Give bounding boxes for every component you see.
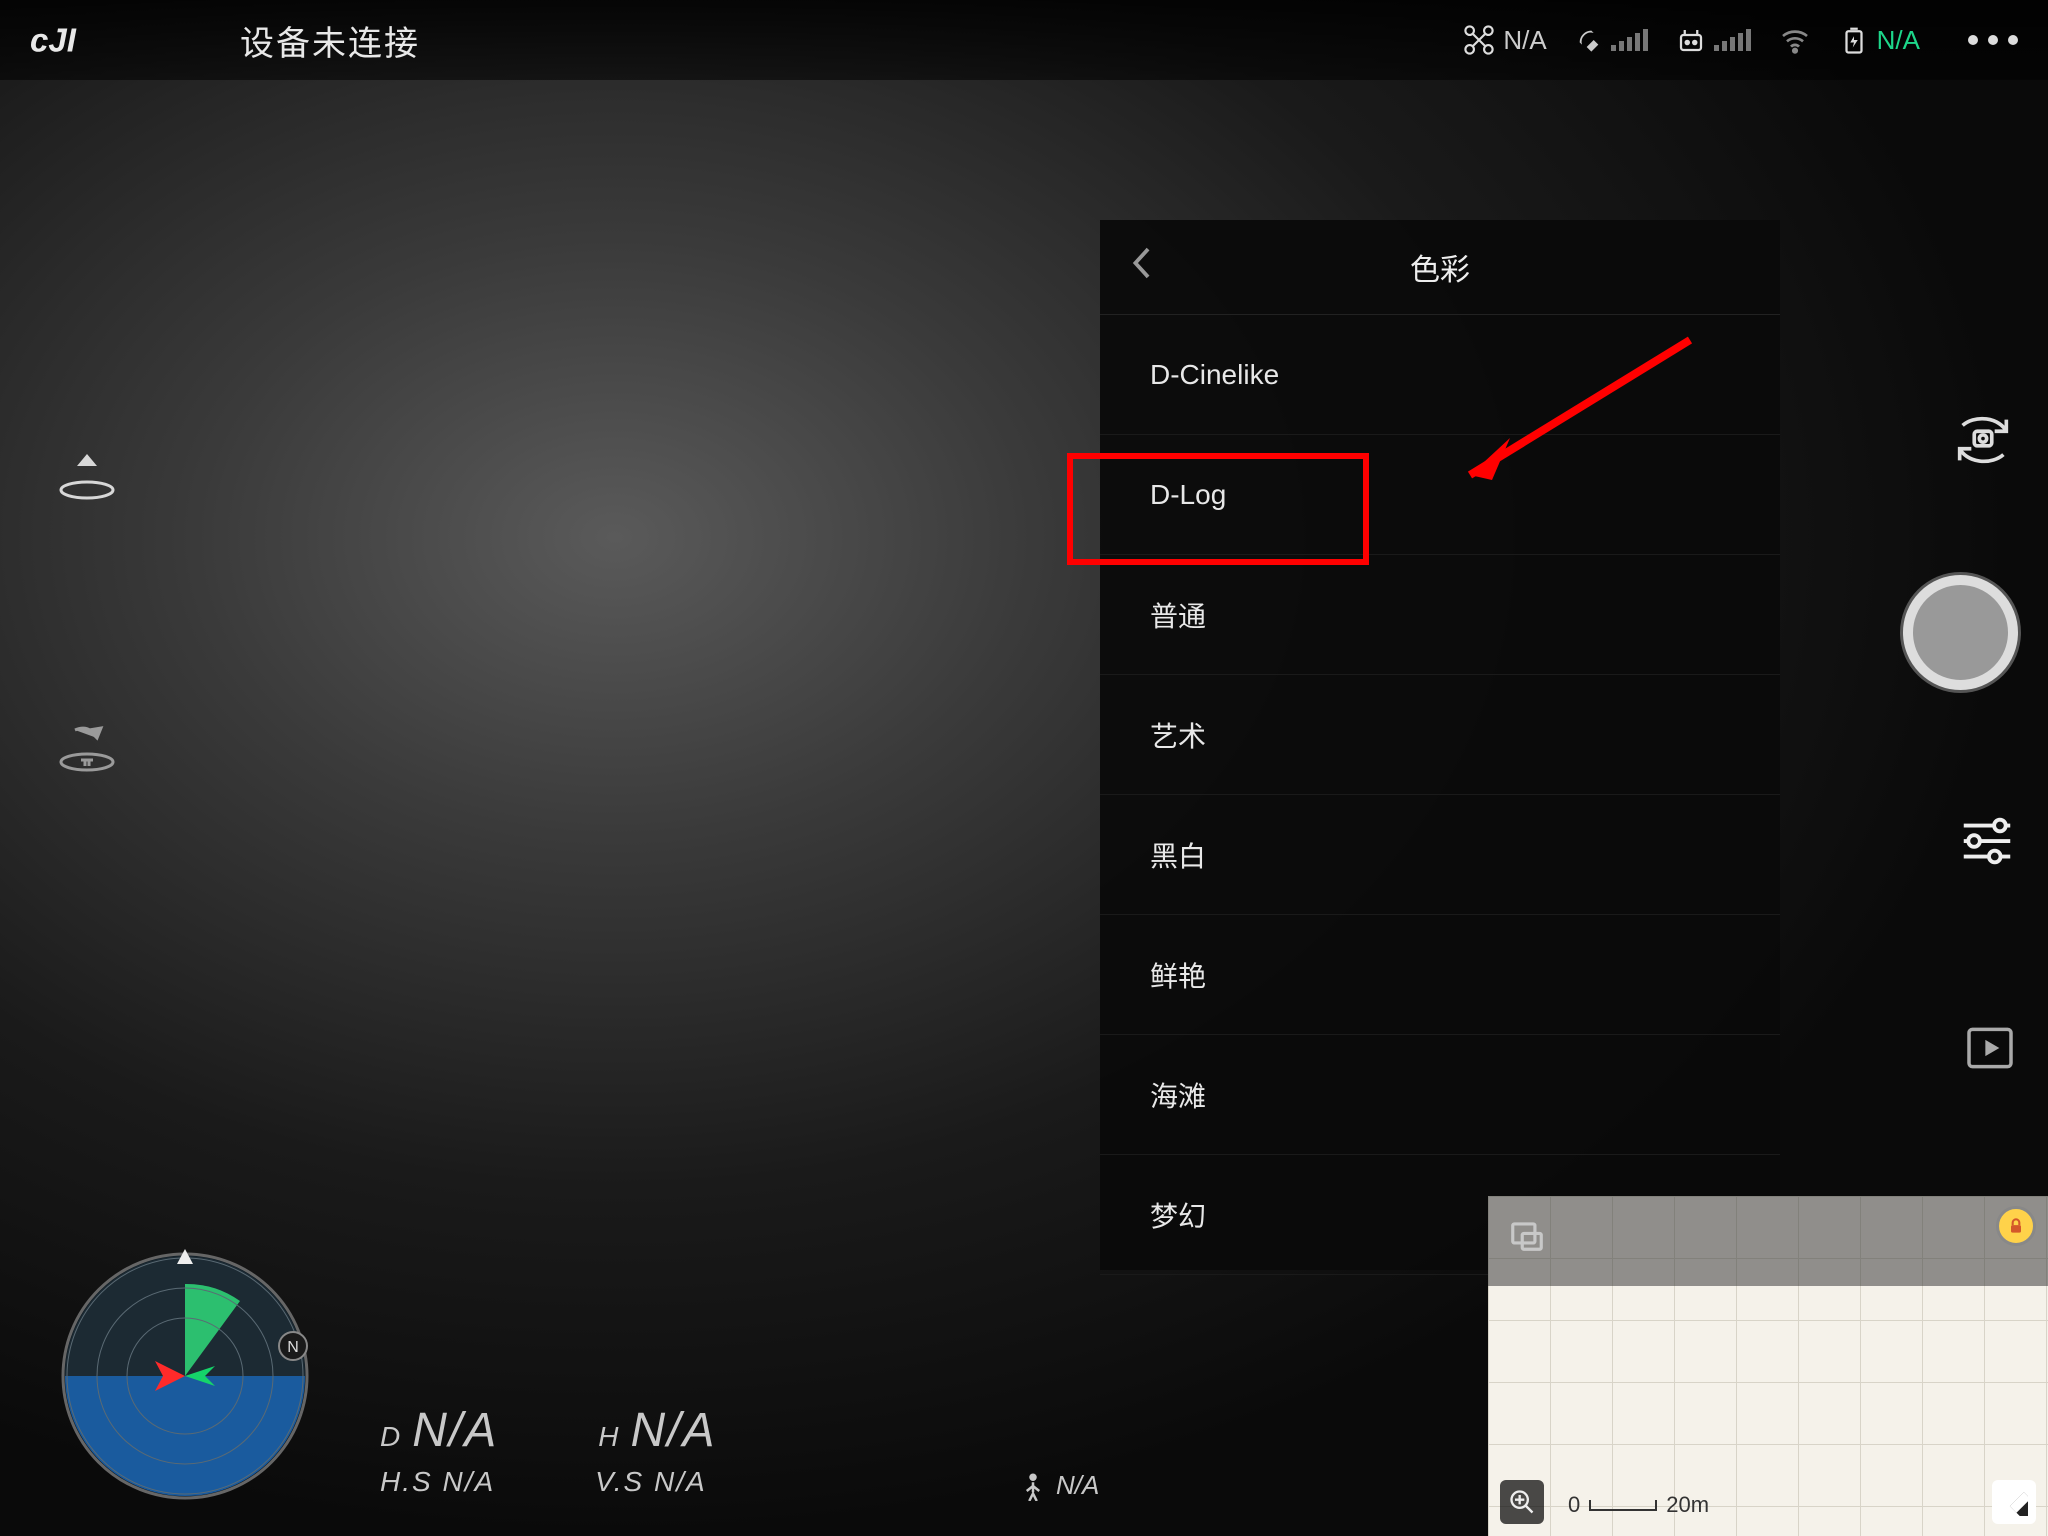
battery-indicator[interactable]: N/A xyxy=(1839,25,1920,56)
sliders-icon xyxy=(1956,810,2018,872)
expand-icon xyxy=(1508,1216,1546,1254)
more-menu-button[interactable] xyxy=(1968,35,2018,45)
gps-indicator[interactable] xyxy=(1575,26,1648,54)
camera-switch-button[interactable] xyxy=(1948,405,2018,475)
height-readout: HN/A xyxy=(598,1403,716,1458)
svg-text:N: N xyxy=(287,1339,299,1356)
attitude-indicator[interactable]: N xyxy=(55,1246,315,1506)
color-option-bw[interactable]: 黑白 xyxy=(1100,795,1780,915)
back-button[interactable] xyxy=(1130,244,1156,291)
camera-settings-button[interactable] xyxy=(1956,810,2018,872)
annotation-arrow xyxy=(1420,320,1720,510)
distance-readout: DN/A xyxy=(380,1403,498,1458)
map-zoom-button[interactable] xyxy=(1500,1480,1544,1524)
map-scale: 0 20m xyxy=(1568,1492,1709,1518)
playback-button[interactable] xyxy=(1962,1020,2018,1076)
battery-text: N/A xyxy=(1877,25,1920,56)
takeoff-button[interactable] xyxy=(55,440,119,509)
vps-icon xyxy=(1020,1471,1046,1501)
flight-mode-indicator[interactable]: N/A xyxy=(1463,24,1546,56)
drone-icon xyxy=(1463,24,1495,56)
telemetry-readout: DN/A HN/A H.S N/A V.S N/A xyxy=(380,1403,717,1506)
top-bar: cJI 设备未连接 N/A N/A xyxy=(0,0,2048,80)
return-home-button[interactable] xyxy=(55,712,119,781)
eraser-icon xyxy=(2000,1488,2028,1516)
vps-readout: N/A xyxy=(1020,1470,1099,1501)
flight-mode-text: N/A xyxy=(1503,25,1546,56)
signal-bars-icon xyxy=(1611,29,1648,51)
svg-text:cJI: cJI xyxy=(30,22,77,58)
map-shade xyxy=(1488,1196,2048,1286)
annotation-highlight-box xyxy=(1067,453,1369,565)
satellite-icon xyxy=(1575,26,1603,54)
color-option-art[interactable]: 艺术 xyxy=(1100,675,1780,795)
chevron-left-icon xyxy=(1130,244,1156,282)
shutter-button[interactable] xyxy=(1903,575,2018,690)
scale-low: 0 xyxy=(1568,1492,1580,1518)
battery-icon xyxy=(1839,25,1869,55)
panel-header: 色彩 xyxy=(1100,220,1780,315)
camera-switch-icon xyxy=(1948,405,2018,475)
map-expand-button[interactable] xyxy=(1508,1216,1546,1259)
wifi-icon xyxy=(1779,24,1811,56)
play-icon xyxy=(1962,1020,2018,1076)
vertical-speed-readout: V.S N/A xyxy=(595,1466,707,1498)
color-option-vivid[interactable]: 鲜艳 xyxy=(1100,915,1780,1035)
rc-indicator[interactable] xyxy=(1676,25,1751,55)
horizontal-speed-readout: H.S N/A xyxy=(380,1466,495,1498)
map-clear-button[interactable] xyxy=(1992,1480,2036,1524)
controller-icon xyxy=(1676,25,1706,55)
vps-value: N/A xyxy=(1056,1470,1099,1501)
color-option-beach[interactable]: 海滩 xyxy=(1100,1035,1780,1155)
wifi-indicator[interactable] xyxy=(1779,24,1811,56)
panel-title: 色彩 xyxy=(1100,245,1780,289)
lock-icon xyxy=(2006,1216,2026,1236)
map-lock-button[interactable] xyxy=(1996,1206,2036,1246)
color-option-normal[interactable]: 普通 xyxy=(1100,555,1780,675)
dji-logo[interactable]: cJI xyxy=(30,22,190,59)
mini-map[interactable]: 0 20m xyxy=(1488,1196,2048,1536)
scale-high: 20m xyxy=(1666,1492,1709,1518)
zoom-in-icon xyxy=(1508,1488,1536,1516)
connection-status-title: 设备未连接 xyxy=(240,16,420,65)
status-bar: N/A N/A xyxy=(1463,24,2018,56)
signal-bars-icon xyxy=(1714,29,1751,51)
